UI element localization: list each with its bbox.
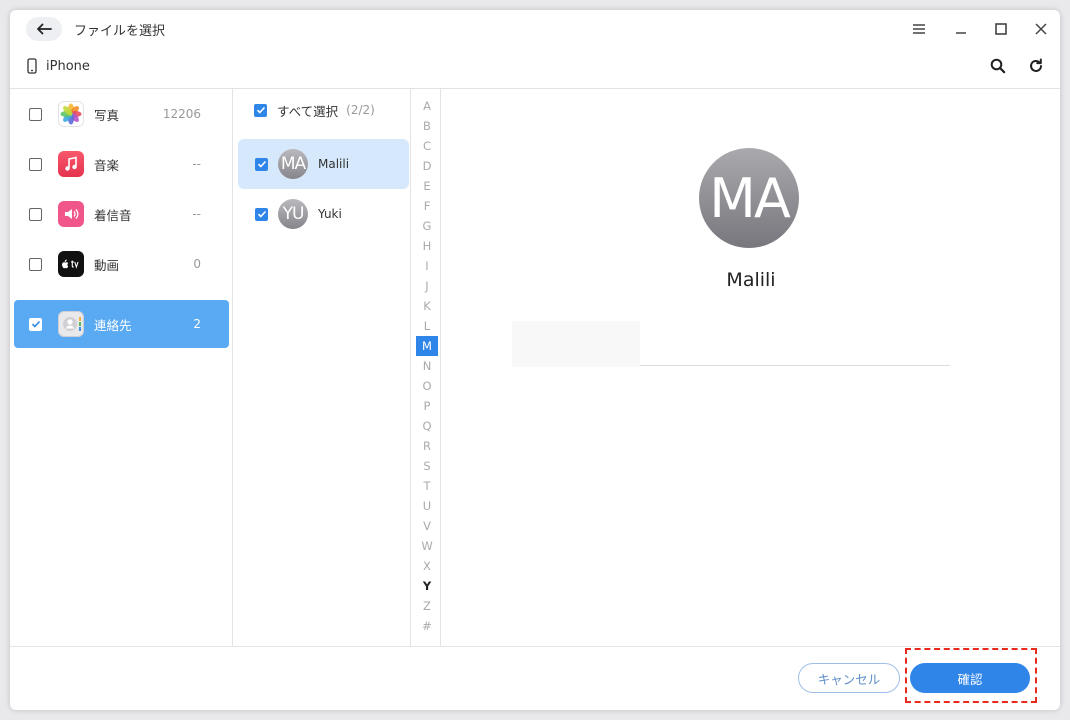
category-label: 着信音 [94,207,132,223]
alphabet-letter[interactable]: K [416,296,438,316]
category-count: -- [192,157,201,171]
alphabet-letter[interactable]: # [416,616,438,636]
alphabet-letter[interactable]: G [416,216,438,236]
category-count: 0 [193,257,201,271]
contact-name: Yuki [318,207,342,221]
phone-icon [27,58,37,74]
contact-detail-panel: MA Malili [442,89,1060,646]
contact-row-malili[interactable]: MA Malili [238,139,409,189]
category-item-music[interactable]: 音楽 -- [14,140,229,188]
alphabet-letter[interactable]: D [416,156,438,176]
alphabet-letter[interactable]: B [416,116,438,136]
alphabet-letter[interactable]: F [416,196,438,216]
alphabet-letter[interactable]: J [416,276,438,296]
contact-list-panel: すべて選択 (2/2) MA Malili YU Yuki [234,89,411,646]
alphabet-letter[interactable]: Z [416,596,438,616]
select-all-count: (2/2) [346,103,375,117]
device-name: iPhone [46,58,90,74]
contact-row-yuki[interactable]: YU Yuki [238,189,409,239]
alphabet-letter[interactable]: S [416,456,438,476]
alphabet-letter[interactable]: C [416,136,438,156]
checkmark-icon [31,320,40,328]
category-count: -- [192,207,201,221]
minimize-button[interactable] [950,18,972,40]
maximize-icon [995,23,1007,35]
search-button[interactable] [986,54,1010,78]
category-checkbox[interactable] [29,207,42,221]
alphabet-letter[interactable]: P [416,396,438,416]
hamburger-menu-icon [913,24,925,34]
file-select-window: ファイルを選択 iPhone 写真 12206 音楽 -- 着信音 -- 動画 … [10,10,1060,710]
alphabet-letter[interactable]: I [416,256,438,276]
detail-field-label-area [512,321,640,367]
ringtone-icon [58,201,84,227]
contacts-icon [58,311,84,337]
checkmark-icon [257,210,266,218]
close-icon [1035,23,1047,35]
category-checkbox[interactable] [29,157,42,171]
photos-icon [58,101,84,127]
category-checkbox[interactable] [29,257,42,271]
arrow-left-icon [37,23,52,35]
category-count: 2 [193,317,201,331]
minimize-icon [956,32,966,34]
refresh-icon [1030,58,1042,72]
alphabet-letter[interactable]: R [416,436,438,456]
alphabet-letter[interactable]: T [416,476,438,496]
contact-name: Malili [318,157,350,171]
select-all-row[interactable]: すべて選択 (2/2) [254,102,375,119]
menu-button[interactable] [908,18,930,40]
select-all-label: すべて選択 [277,103,339,119]
contact-detail-name: Malili [726,269,776,291]
music-icon [58,151,84,177]
category-label: 音楽 [94,157,120,173]
category-item-photos[interactable]: 写真 12206 [14,90,229,138]
confirm-highlight-annotation [905,648,1037,703]
checkmark-icon [257,160,266,168]
contact-avatar: MA [278,149,308,179]
category-item-ringtones[interactable]: 着信音 -- [14,190,229,238]
window-title: ファイルを選択 [74,24,166,39]
maximize-button[interactable] [990,18,1012,40]
category-item-contacts[interactable]: 連絡先 2 [14,300,229,348]
category-label: 連絡先 [94,317,132,333]
alphabet-letter[interactable]: Y [416,576,438,596]
alphabet-letter[interactable]: V [416,516,438,536]
alphabet-letter[interactable]: L [416,316,438,336]
contact-checkbox[interactable] [255,157,268,171]
category-checkbox[interactable] [29,317,42,331]
category-label: 写真 [94,107,120,123]
detail-field-divider [640,365,950,366]
device-indicator: iPhone [26,56,90,76]
contact-avatar: YU [278,199,308,229]
category-count: 12206 [162,107,201,121]
alphabet-letter[interactable]: E [416,176,438,196]
alphabet-letter[interactable]: A [416,96,438,116]
select-all-checkbox[interactable] [254,103,267,117]
category-panel: 写真 12206 音楽 -- 着信音 -- 動画 0 連絡先 2 [10,89,233,646]
category-checkbox[interactable] [29,107,42,121]
footer-divider [10,646,1060,647]
refresh-button[interactable] [1024,54,1048,78]
alphabet-index: A B C D E F G H I J K L M N O P Q R S T U V W X Y Z # [412,89,441,646]
alphabet-letter[interactable]: X [416,556,438,576]
appletv-icon [58,251,84,277]
alphabet-letter[interactable]: W [416,536,438,556]
back-button[interactable] [26,17,62,41]
contact-checkbox[interactable] [255,207,268,221]
close-button[interactable] [1030,18,1052,40]
alphabet-letter[interactable]: N [416,356,438,376]
alphabet-letter[interactable]: U [416,496,438,516]
alphabet-letter[interactable]: M [416,336,438,356]
contact-detail-avatar: MA [699,148,799,248]
checkmark-icon [256,106,265,114]
alphabet-letter[interactable]: Q [416,416,438,436]
alphabet-letter[interactable]: O [416,376,438,396]
search-icon [990,58,1006,74]
category-label: 動画 [94,257,120,273]
cancel-button[interactable]: キャンセル [798,663,900,693]
alphabet-letter[interactable]: H [416,236,438,256]
category-item-videos[interactable]: 動画 0 [14,240,229,288]
